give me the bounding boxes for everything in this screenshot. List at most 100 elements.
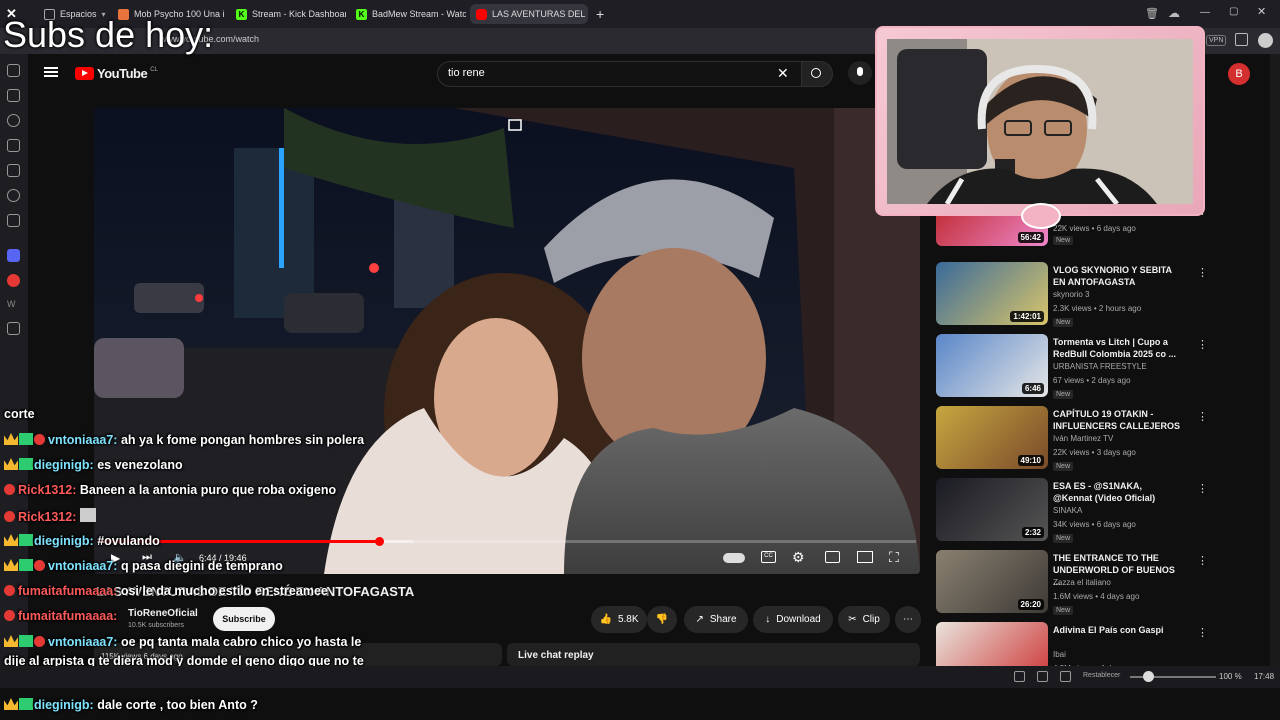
chat-username[interactable]: dieginigb: [34, 534, 94, 548]
clip-button[interactable]: ✂ Clip [838, 606, 890, 633]
more-options-icon[interactable]: ⋮ [1197, 266, 1208, 279]
subscriber-count: 10.5K subscribers [128, 622, 185, 629]
recommendation-meta: 67 views • 2 days ago [1053, 376, 1131, 385]
recommendation-channel[interactable]: Zazza el italiano [1053, 578, 1111, 587]
zoom-reset[interactable]: Restablecer [1083, 672, 1120, 679]
settings-gear-icon[interactable]: ⚙ [792, 549, 805, 566]
more-options-icon[interactable]: ⋮ [1197, 626, 1208, 639]
profile-icon[interactable] [1258, 33, 1273, 48]
recommendation-card[interactable]: 1:42:01 VLOG SKYNORIO Y SEBITA EN ANTOFAG… [936, 262, 1266, 328]
history-icon[interactable] [7, 114, 20, 127]
youtube-play-icon [75, 67, 94, 80]
more-actions-button[interactable]: ⋯ [895, 606, 921, 633]
share-label: Share [709, 614, 737, 625]
tiling-icon[interactable] [1037, 671, 1048, 682]
recommendation-card[interactable]: 6:46 Tormenta vs Litch | Cupo a RedBull C… [936, 334, 1266, 400]
search-input[interactable] [437, 61, 805, 87]
chat-username[interactable]: dieginigb: [34, 698, 94, 712]
red-badge-icon [34, 636, 45, 647]
reader-icon[interactable] [7, 164, 20, 177]
recommendation-meta: 34K views • 6 days ago [1053, 520, 1136, 529]
tab-badmew-stream[interactable]: K BadMew Stream - Watch L [350, 4, 466, 24]
recommendation-title[interactable]: ESA ES - @S1NAKA, @Kennat (Video Oficial… [1053, 480, 1183, 504]
video-thumbnail[interactable]: 6:46 [936, 334, 1048, 397]
recommendation-channel[interactable]: skynorio 3 [1053, 290, 1089, 299]
cloud-icon[interactable]: ☁ [1168, 6, 1180, 20]
trash-icon[interactable]: 🗑 [1145, 7, 1159, 20]
video-duration: 26:20 [1017, 599, 1044, 610]
video-thumbnail[interactable]: 49:10 [936, 406, 1048, 469]
add-panel-icon[interactable] [7, 322, 20, 335]
new-tab-button[interactable]: + [596, 6, 604, 22]
clear-search-icon[interactable]: ✕ [777, 65, 789, 82]
theater-mode-icon[interactable] [857, 551, 873, 563]
like-button[interactable]: 👍 5.8K [591, 606, 647, 633]
recommendation-title[interactable]: CAPÍTULO 19 OTAKIN - INFLUENCERS CALLEJE… [1053, 408, 1183, 432]
extensions-icon[interactable] [1235, 33, 1248, 46]
tab-aventuras-rene[interactable]: LAS AVENTURAS DEL RENE [470, 4, 588, 24]
chat-username[interactable]: vntoniaaa7: [48, 635, 117, 649]
chat-username[interactable]: dieginigb: [34, 458, 94, 472]
download-button[interactable]: ↓ Download [753, 606, 833, 633]
miniplayer-icon[interactable] [825, 551, 840, 563]
search-button[interactable] [801, 61, 833, 87]
recommendation-title[interactable]: Adivina El País con Gaspi [1053, 624, 1183, 636]
tab-kick-dashboard[interactable]: K Stream - Kick Dashboard [230, 4, 346, 24]
recommendation-card[interactable]: 2:32 ESA ES - @S1NAKA, @Kennat (Video Ofi… [936, 478, 1266, 544]
recommendation-title[interactable]: Tormenta vs Litch | Cupo a RedBull Colom… [1053, 336, 1183, 360]
chat-username[interactable]: vntoniaaa7: [48, 559, 117, 573]
more-options-icon[interactable]: ⋮ [1197, 338, 1208, 351]
more-options-icon[interactable]: ⋮ [1197, 554, 1208, 567]
recommendation-card[interactable]: 49:10 CAPÍTULO 19 OTAKIN - INFLUENCERS CA… [936, 406, 1266, 472]
minimize-icon[interactable]: — [1200, 7, 1210, 18]
vivaldi-icon[interactable] [7, 274, 20, 287]
close-window-icon[interactable]: ✕ [1257, 5, 1266, 18]
fullscreen-icon[interactable]: ⛶ [889, 549, 899, 566]
wikipedia-icon[interactable]: W [7, 299, 20, 312]
chat-username[interactable]: fumaitafumaaaa: [18, 609, 117, 623]
page-scrollbar[interactable] [1270, 54, 1280, 666]
mastodon-icon[interactable] [7, 249, 20, 262]
video-player[interactable] [94, 108, 920, 574]
recommendation-channel[interactable]: Ibai [1053, 650, 1066, 659]
vpn-badge[interactable]: VPN [1206, 35, 1227, 46]
dislike-button[interactable]: 👎 [647, 606, 677, 633]
account-avatar[interactable]: B [1228, 63, 1250, 85]
capture-icon[interactable] [1014, 671, 1025, 682]
more-options-icon[interactable]: ⋮ [1197, 410, 1208, 423]
hamburger-menu-icon[interactable] [44, 67, 58, 77]
autoplay-toggle[interactable] [723, 553, 745, 563]
share-button[interactable]: ↗ Share [684, 606, 748, 633]
video-thumbnail[interactable]: 2:32 [936, 478, 1048, 541]
chat-username[interactable]: vntoniaaa7: [48, 433, 117, 447]
download-icon[interactable] [7, 89, 20, 102]
channel-name[interactable]: TioReneOficial [128, 608, 198, 619]
bookmark-icon[interactable] [7, 64, 20, 77]
search-icon [811, 68, 821, 78]
recommendation-channel[interactable]: URBANISTA FREESTYLE [1053, 362, 1147, 371]
zoom-slider-handle[interactable] [1143, 671, 1154, 682]
more-options-icon[interactable]: ⋮ [1197, 482, 1208, 495]
live-chat-replay[interactable]: Live chat replay [507, 643, 920, 666]
translate-icon[interactable] [7, 189, 20, 202]
recommendation-channel[interactable]: Iván Martinez TV [1053, 434, 1113, 443]
window-icon[interactable] [7, 214, 20, 227]
video-thumbnail[interactable]: 26:20 [936, 550, 1048, 613]
subtitles-icon[interactable]: CC [761, 551, 776, 563]
video-thumbnail[interactable]: 1:42:01 [936, 262, 1048, 325]
subscribe-button[interactable]: Subscribe [213, 607, 275, 631]
recommendation-title[interactable]: VLOG SKYNORIO Y SEBITA EN ANTOFAGASTA [1053, 264, 1183, 288]
recommendation-channel[interactable]: SINAKA [1053, 506, 1082, 515]
video-duration: 49:10 [1017, 455, 1044, 466]
recommendation-card[interactable]: 26:20 THE ENTRANCE TO THE UNDERWORLD OF B… [936, 550, 1266, 616]
notes-icon[interactable] [7, 139, 20, 152]
chat-username[interactable]: fumaitafumaaaa: [18, 584, 117, 598]
chat-username[interactable]: Rick1312: [18, 483, 76, 497]
crown-badge-icon [4, 698, 18, 710]
page-actions-icon[interactable] [1060, 671, 1071, 682]
maximize-icon[interactable]: ▢ [1229, 6, 1238, 17]
scrubber-handle[interactable] [374, 537, 384, 546]
youtube-logo[interactable]: YouTube CL [75, 66, 158, 81]
chat-username[interactable]: Rick1312: [18, 510, 76, 524]
voice-search-button[interactable] [848, 61, 872, 85]
